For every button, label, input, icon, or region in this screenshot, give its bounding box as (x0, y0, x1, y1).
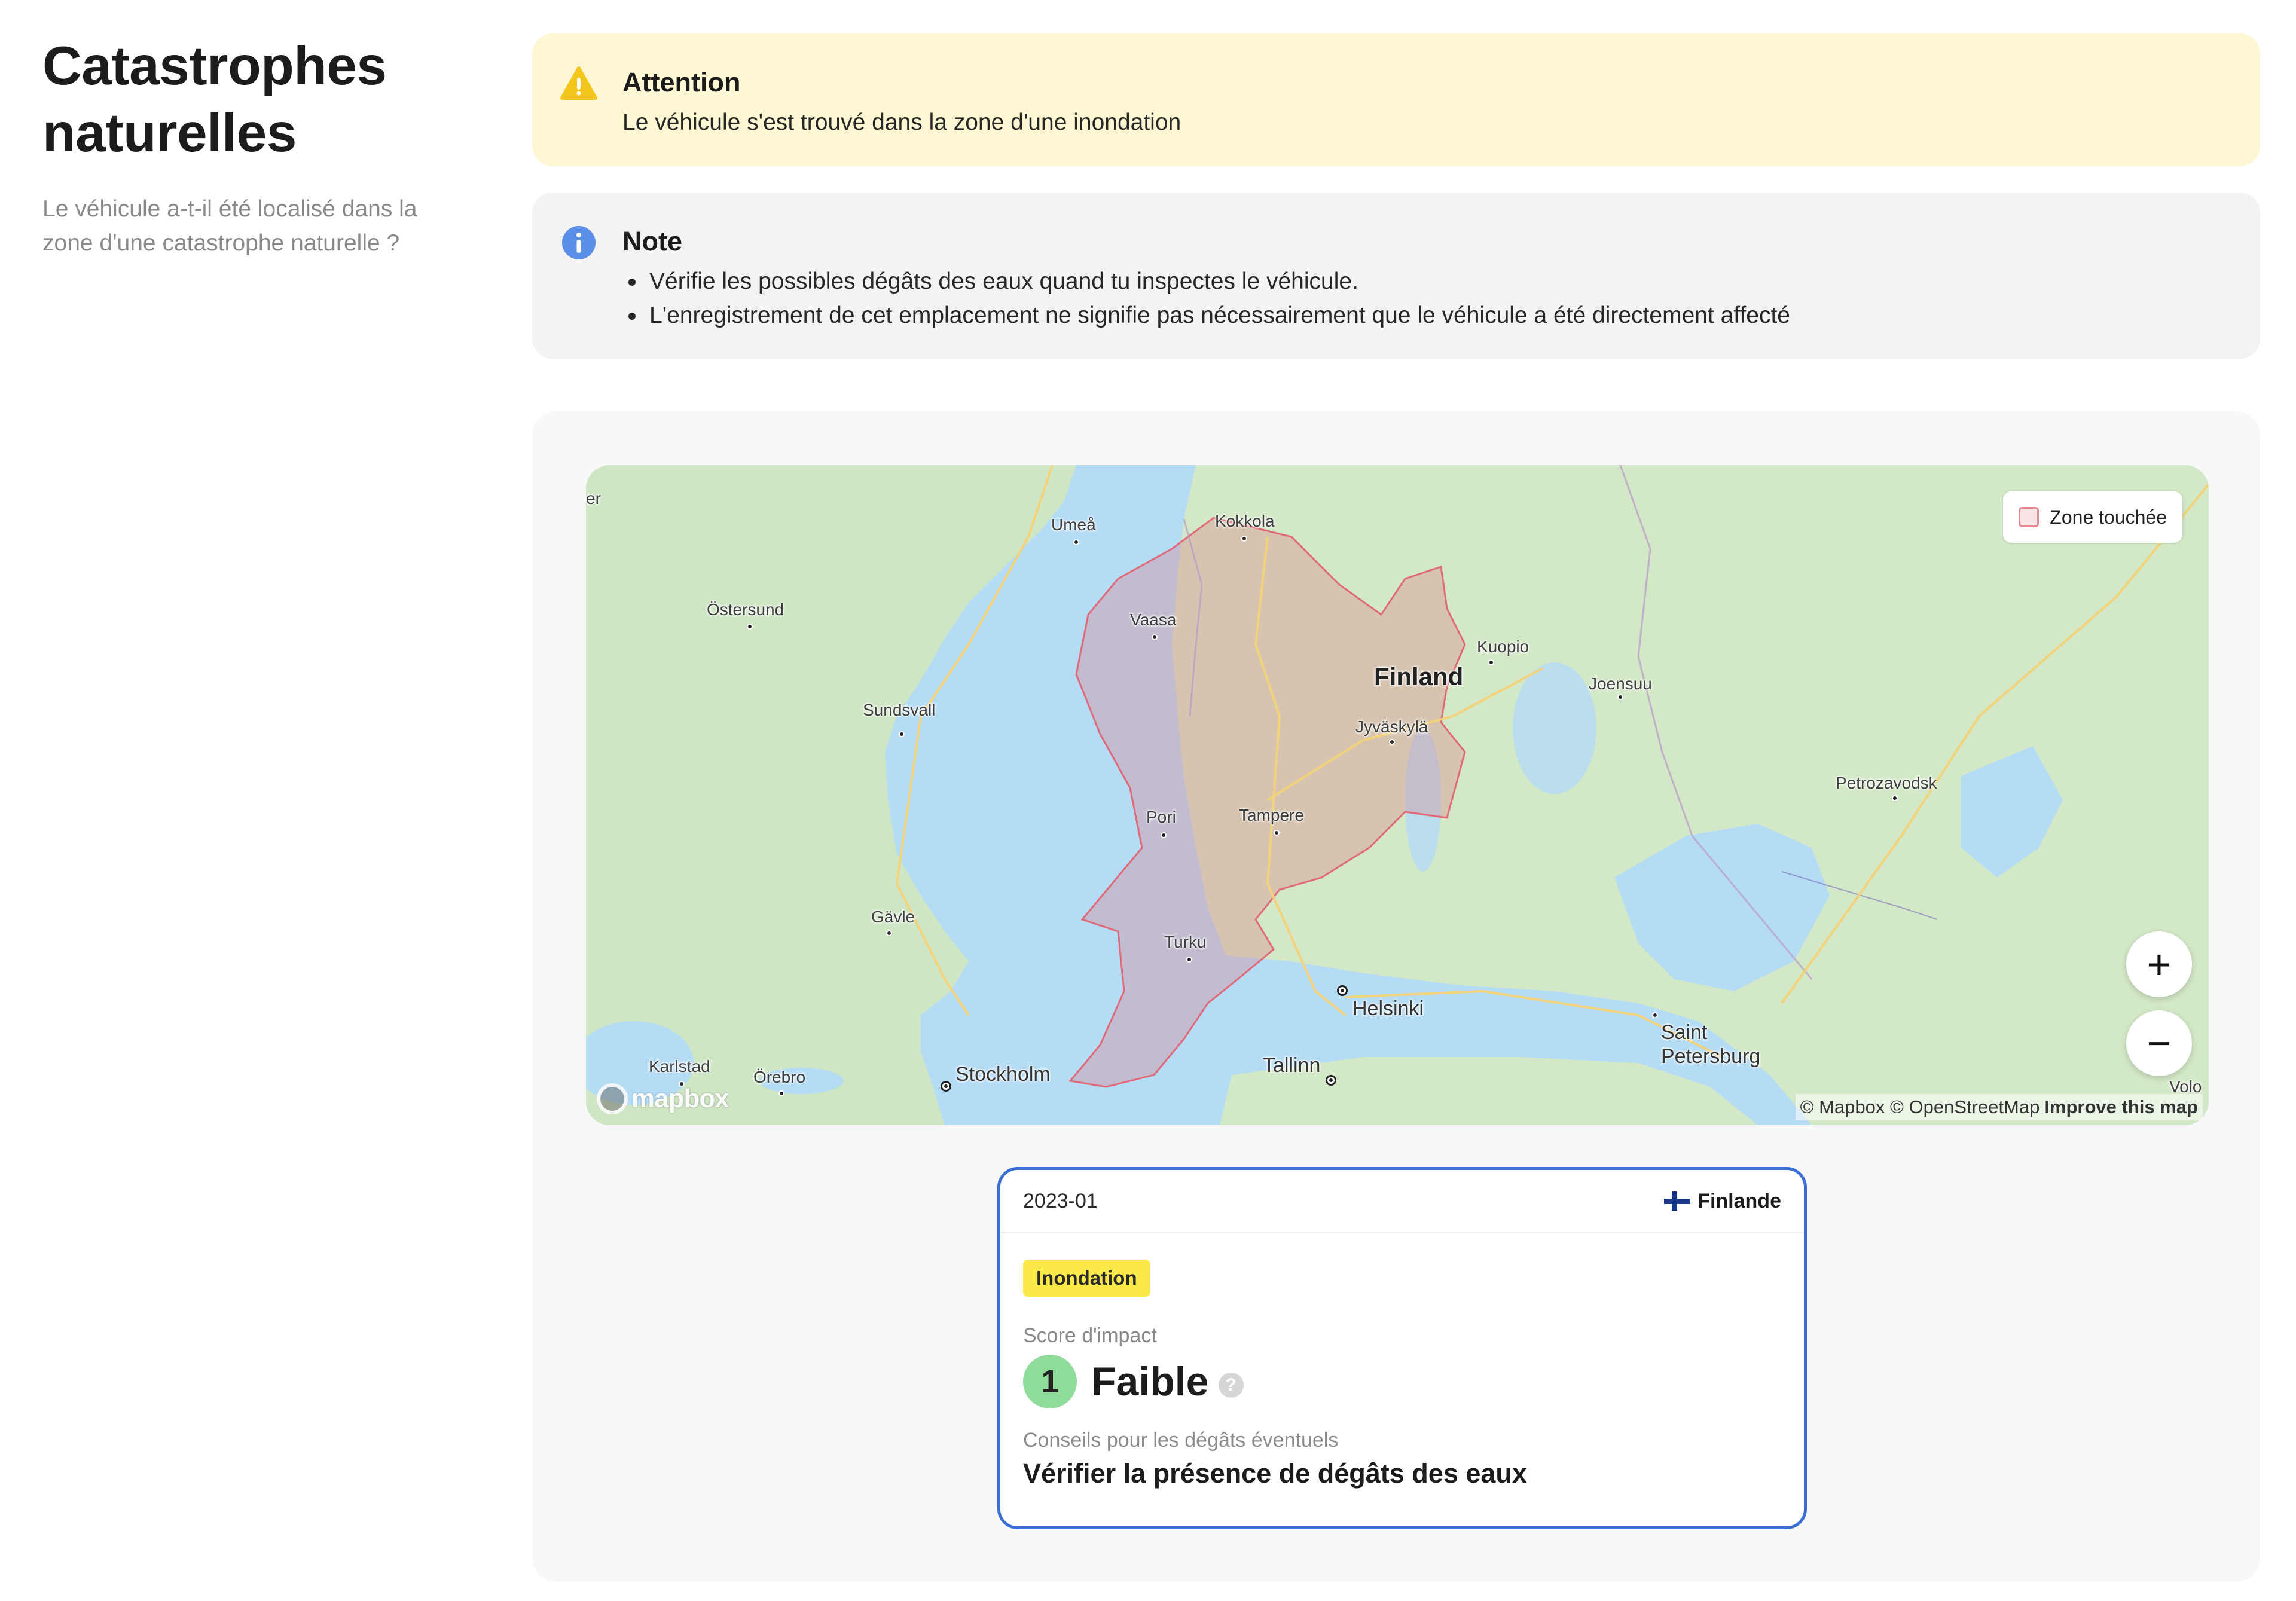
city-dot (778, 1090, 784, 1096)
map-label-tallinn: Tallinn (1263, 1054, 1321, 1077)
card-header: 2023-01 Finlande (1000, 1170, 1804, 1233)
map-label-pori: Pori (1146, 808, 1176, 826)
page-title: Catastrophes naturelles (42, 33, 461, 167)
city-dot (1892, 795, 1898, 801)
map-label-ostersund: Östersund (707, 600, 784, 619)
zoom-in-button[interactable]: + (2126, 931, 2192, 997)
city-dot (1652, 1012, 1658, 1018)
minus-icon: − (2147, 1020, 2172, 1067)
map-label-petersburg: Petersburg (1661, 1045, 1761, 1068)
city-dot (1186, 957, 1192, 963)
map-legend: Zone touchée (2003, 491, 2182, 543)
map-label-petrozavodsk: Petrozavodsk (1836, 774, 1937, 792)
info-icon (562, 226, 596, 259)
map-label-jyvaskyla: Jyväskylä (1355, 717, 1428, 736)
mapbox-logo[interactable]: mapbox (597, 1083, 729, 1114)
page-title-line2: naturelles (42, 103, 297, 163)
note-item: L'enregistrement de cet emplacement ne s… (622, 298, 1790, 332)
city-dot (1488, 659, 1494, 665)
city-dot (899, 731, 905, 737)
city-dot (1617, 694, 1623, 700)
map-attribution: © Mapbox © OpenStreetMap Improve this map (1795, 1094, 2203, 1120)
city-dot (1073, 539, 1079, 545)
map-panel: Finland Kokkola Umeå Vaasa Östersund Kuo… (532, 411, 2260, 1582)
warning-title: Attention (622, 67, 741, 97)
note-list: Vérifie les possibles dégâts des eaux qu… (622, 264, 1790, 332)
page-subtitle: Le véhicule a-t-il été localisé dans la … (42, 196, 417, 256)
score-badge: 1 (1023, 1355, 1077, 1408)
note-title: Note (622, 226, 682, 256)
map-label-joensuu: Joensuu (1589, 674, 1652, 693)
map-canvas (586, 465, 2209, 1125)
legend-label: Zone touchée (2050, 506, 2167, 528)
disaster-card[interactable]: 2023-01 Finlande Inondation Score d'impa… (997, 1167, 1807, 1529)
city-dot (1389, 739, 1395, 745)
help-icon[interactable]: ? (1218, 1373, 1244, 1398)
city-dot (886, 930, 892, 936)
score-label: Score d'impact (1023, 1324, 1157, 1347)
capital-dot (941, 1081, 951, 1092)
map-label-kokkola: Kokkola (1215, 512, 1275, 530)
improve-map-link[interactable]: Improve this map (2044, 1096, 2198, 1117)
city-dot (1152, 634, 1158, 640)
map-label-stockholm: Stockholm (955, 1063, 1051, 1086)
attribution-text[interactable]: © Mapbox © OpenStreetMap (1800, 1096, 2040, 1117)
city-dot (1241, 536, 1247, 542)
page-title-line1: Catastrophes (42, 36, 387, 96)
map-label-turku: Turku (1164, 933, 1207, 951)
legend-swatch (2019, 507, 2039, 527)
warning-text: Le véhicule s'est trouvé dans la zone d'… (622, 109, 1181, 135)
map-label-karlstad: Karlstad (649, 1057, 710, 1076)
card-country-label: Finlande (1697, 1189, 1781, 1212)
map-label-finland: Finland (1374, 662, 1464, 690)
map-label-edge: er (586, 489, 601, 508)
map-label-sundsvall: Sundsvall (863, 701, 936, 719)
zoom-out-button[interactable]: − (2126, 1010, 2192, 1076)
score-row: 1 Faible ? (1023, 1355, 1781, 1408)
city-dot (1161, 832, 1167, 838)
capital-dot (1326, 1075, 1336, 1086)
card-country: Finlande (1664, 1190, 1781, 1213)
map-label-tampere: Tampere (1239, 806, 1304, 824)
map-label-vaasa: Vaasa (1130, 610, 1177, 629)
mapbox-logo-icon (597, 1083, 628, 1114)
advice-text: Vérifier la présence de dégâts des eaux (1023, 1458, 1527, 1489)
disaster-type-badge: Inondation (1023, 1260, 1150, 1297)
card-body: Inondation Score d'impact 1 Faible ? Con… (1000, 1233, 1804, 1489)
city-dot (1274, 830, 1280, 836)
plus-icon: + (2147, 941, 2172, 988)
capital-dot (1337, 985, 1348, 996)
advice-label: Conseils pour les dégâts éventuels (1023, 1429, 1339, 1452)
finland-flag-icon (1664, 1191, 1691, 1211)
note-alert: Note Vérifie les possibles dégâts des ea… (532, 193, 2260, 359)
map-label-gavle: Gävle (871, 908, 915, 926)
warning-icon (560, 66, 597, 100)
city-dot (747, 624, 753, 630)
map-label-umea: Umeå (1051, 515, 1096, 534)
map-label-kuopio: Kuopio (1477, 637, 1529, 656)
map-label-helsinki: Helsinki (1352, 997, 1424, 1020)
map-label-saint: Saint (1661, 1021, 1708, 1044)
mapbox-logo-text: mapbox (631, 1084, 729, 1113)
card-date: 2023-01 (1023, 1189, 1098, 1212)
score-text: Faible (1091, 1359, 1209, 1404)
note-item: Vérifie les possibles dégâts des eaux qu… (622, 264, 1790, 298)
lake-saimaa (1513, 662, 1596, 794)
warning-alert: Attention Le véhicule s'est trouvé dans … (532, 33, 2260, 166)
map-label-orebro: Örebro (753, 1068, 806, 1086)
map-view[interactable]: Finland Kokkola Umeå Vaasa Östersund Kuo… (586, 465, 2209, 1125)
section-header: Catastrophes naturelles Le véhicule a-t-… (42, 33, 461, 260)
